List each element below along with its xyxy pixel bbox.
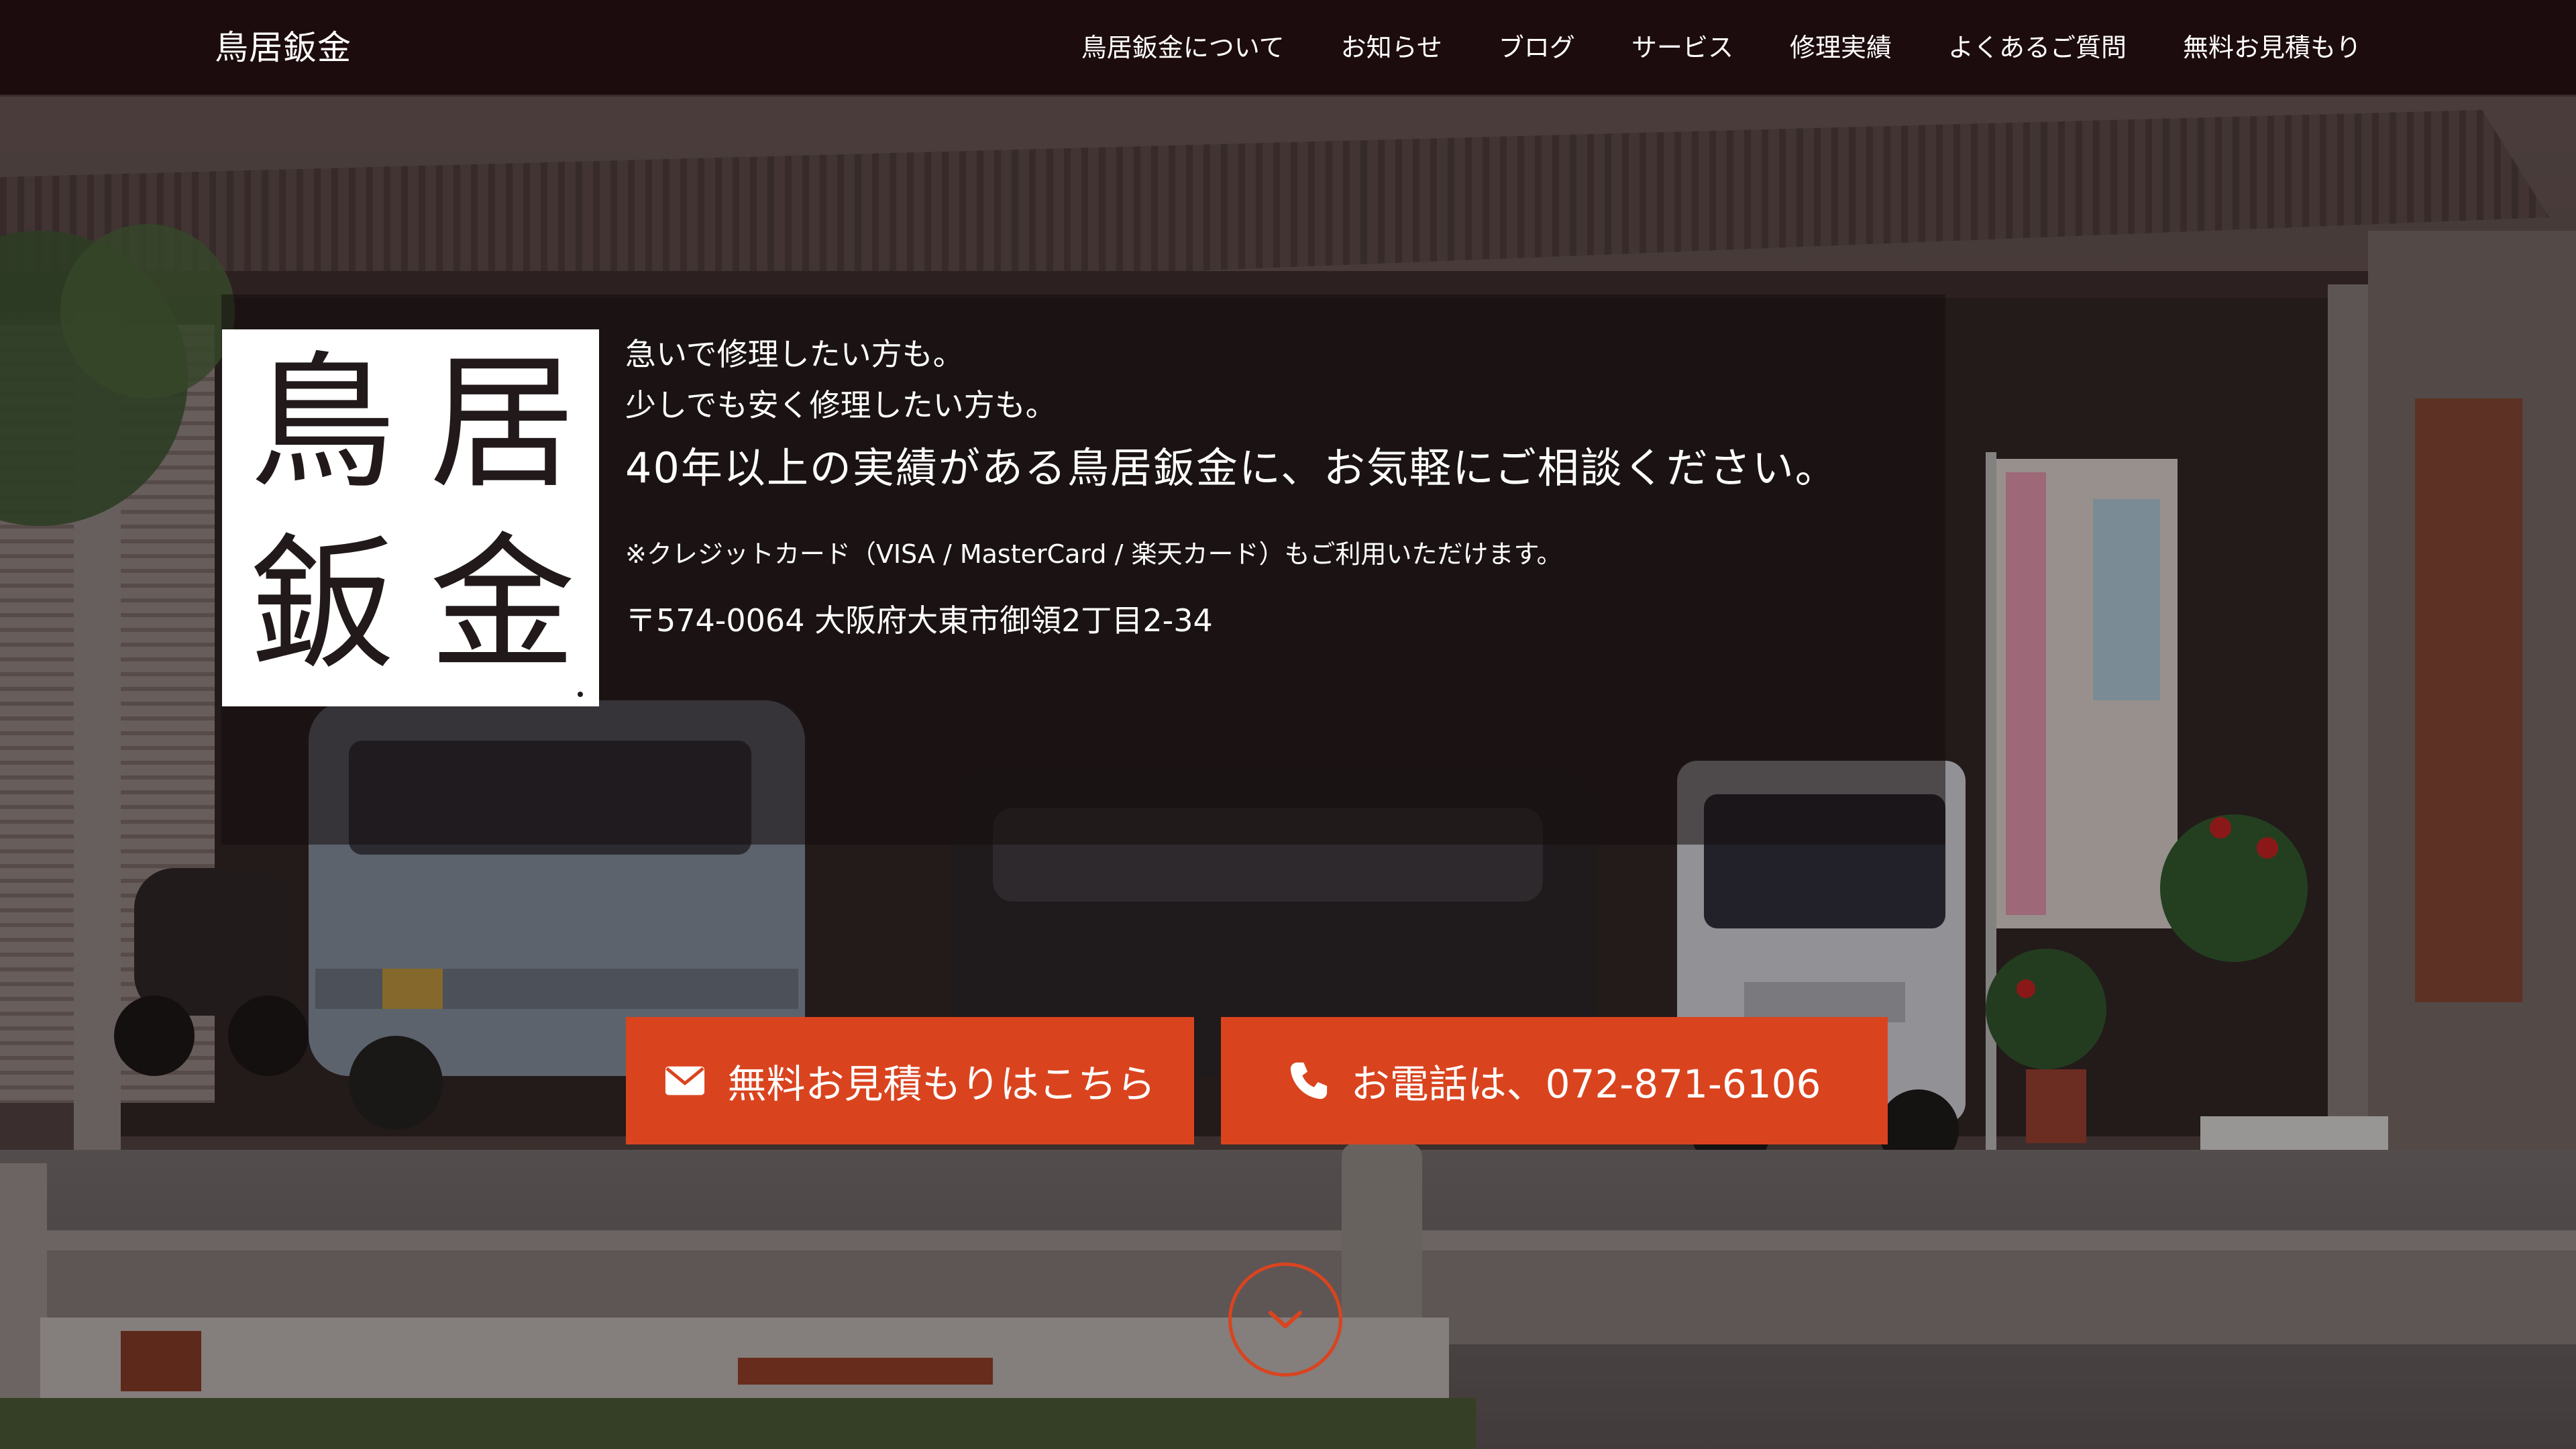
lead-line: 少しでも安く修理したい方も。 [625, 387, 1057, 423]
hero-text: 急いで修理したい方も。 少しでも安く修理したい方も。 40年以上の実績がある鳥居… [625, 329, 1838, 643]
chevron-down-icon [1269, 1311, 1302, 1328]
hero-headline: 40年以上の実績がある鳥居鈑金に、お気軽にご相談ください。 [625, 443, 1838, 492]
nav-item-repair-record[interactable]: 修理実績 [1762, 24, 1920, 71]
logo-dot [578, 692, 583, 697]
free-quote-button[interactable]: 無料お見積もりはこちら [626, 1017, 1194, 1144]
lead-line: 急いで修理したい方も。 [625, 336, 964, 372]
nav-item-free-quote[interactable]: 無料お見積もり [2155, 24, 2361, 71]
nav-item-faq[interactable]: よくあるご質問 [1920, 24, 2155, 71]
brand-link[interactable]: 鳥居鈑金 [215, 24, 352, 71]
nav-item-services[interactable]: サービス [1603, 24, 1762, 71]
site-header: 鳥居鈑金 鳥居鈑金について お知らせ ブログ サービス 修理実績 よくあるご質問… [0, 0, 2576, 97]
phone-icon [1290, 1062, 1327, 1099]
scroll-down-button[interactable] [1228, 1263, 1342, 1377]
envelope-icon [665, 1066, 705, 1095]
nav-item-about[interactable]: 鳥居鈑金について [1053, 24, 1313, 71]
payment-note: ※クレジットカード（VISA / MasterCard / 楽天カード）もご利用… [625, 539, 1562, 569]
logo-char: 金 [429, 520, 576, 690]
hero-background [0, 97, 2576, 1449]
phone-button[interactable]: お電話は、072-871-6106 [1221, 1017, 1888, 1144]
main-nav: 鳥居鈑金について お知らせ ブログ サービス 修理実績 よくあるご質問 無料お見… [1053, 24, 2361, 71]
page: 鳥居鈑金 鳥居鈑金について お知らせ ブログ サービス 修理実績 よくあるご質問… [0, 0, 2576, 1449]
logo-block: 鳥 居 鈑 金 [222, 329, 599, 706]
nav-item-news[interactable]: お知らせ [1313, 24, 1470, 71]
address: 〒574-0064 大阪府大東市御領2丁目2-34 [625, 602, 1213, 639]
phone-label: お電話は、072-871-6106 [1350, 1061, 1821, 1107]
logo-char: 居 [429, 339, 576, 508]
free-quote-label: 無料お見積もりはこちら [727, 1061, 1156, 1107]
nav-item-blog[interactable]: ブログ [1470, 24, 1603, 71]
logo-char: 鈑 [250, 520, 396, 690]
logo-char: 鳥 [250, 339, 396, 508]
